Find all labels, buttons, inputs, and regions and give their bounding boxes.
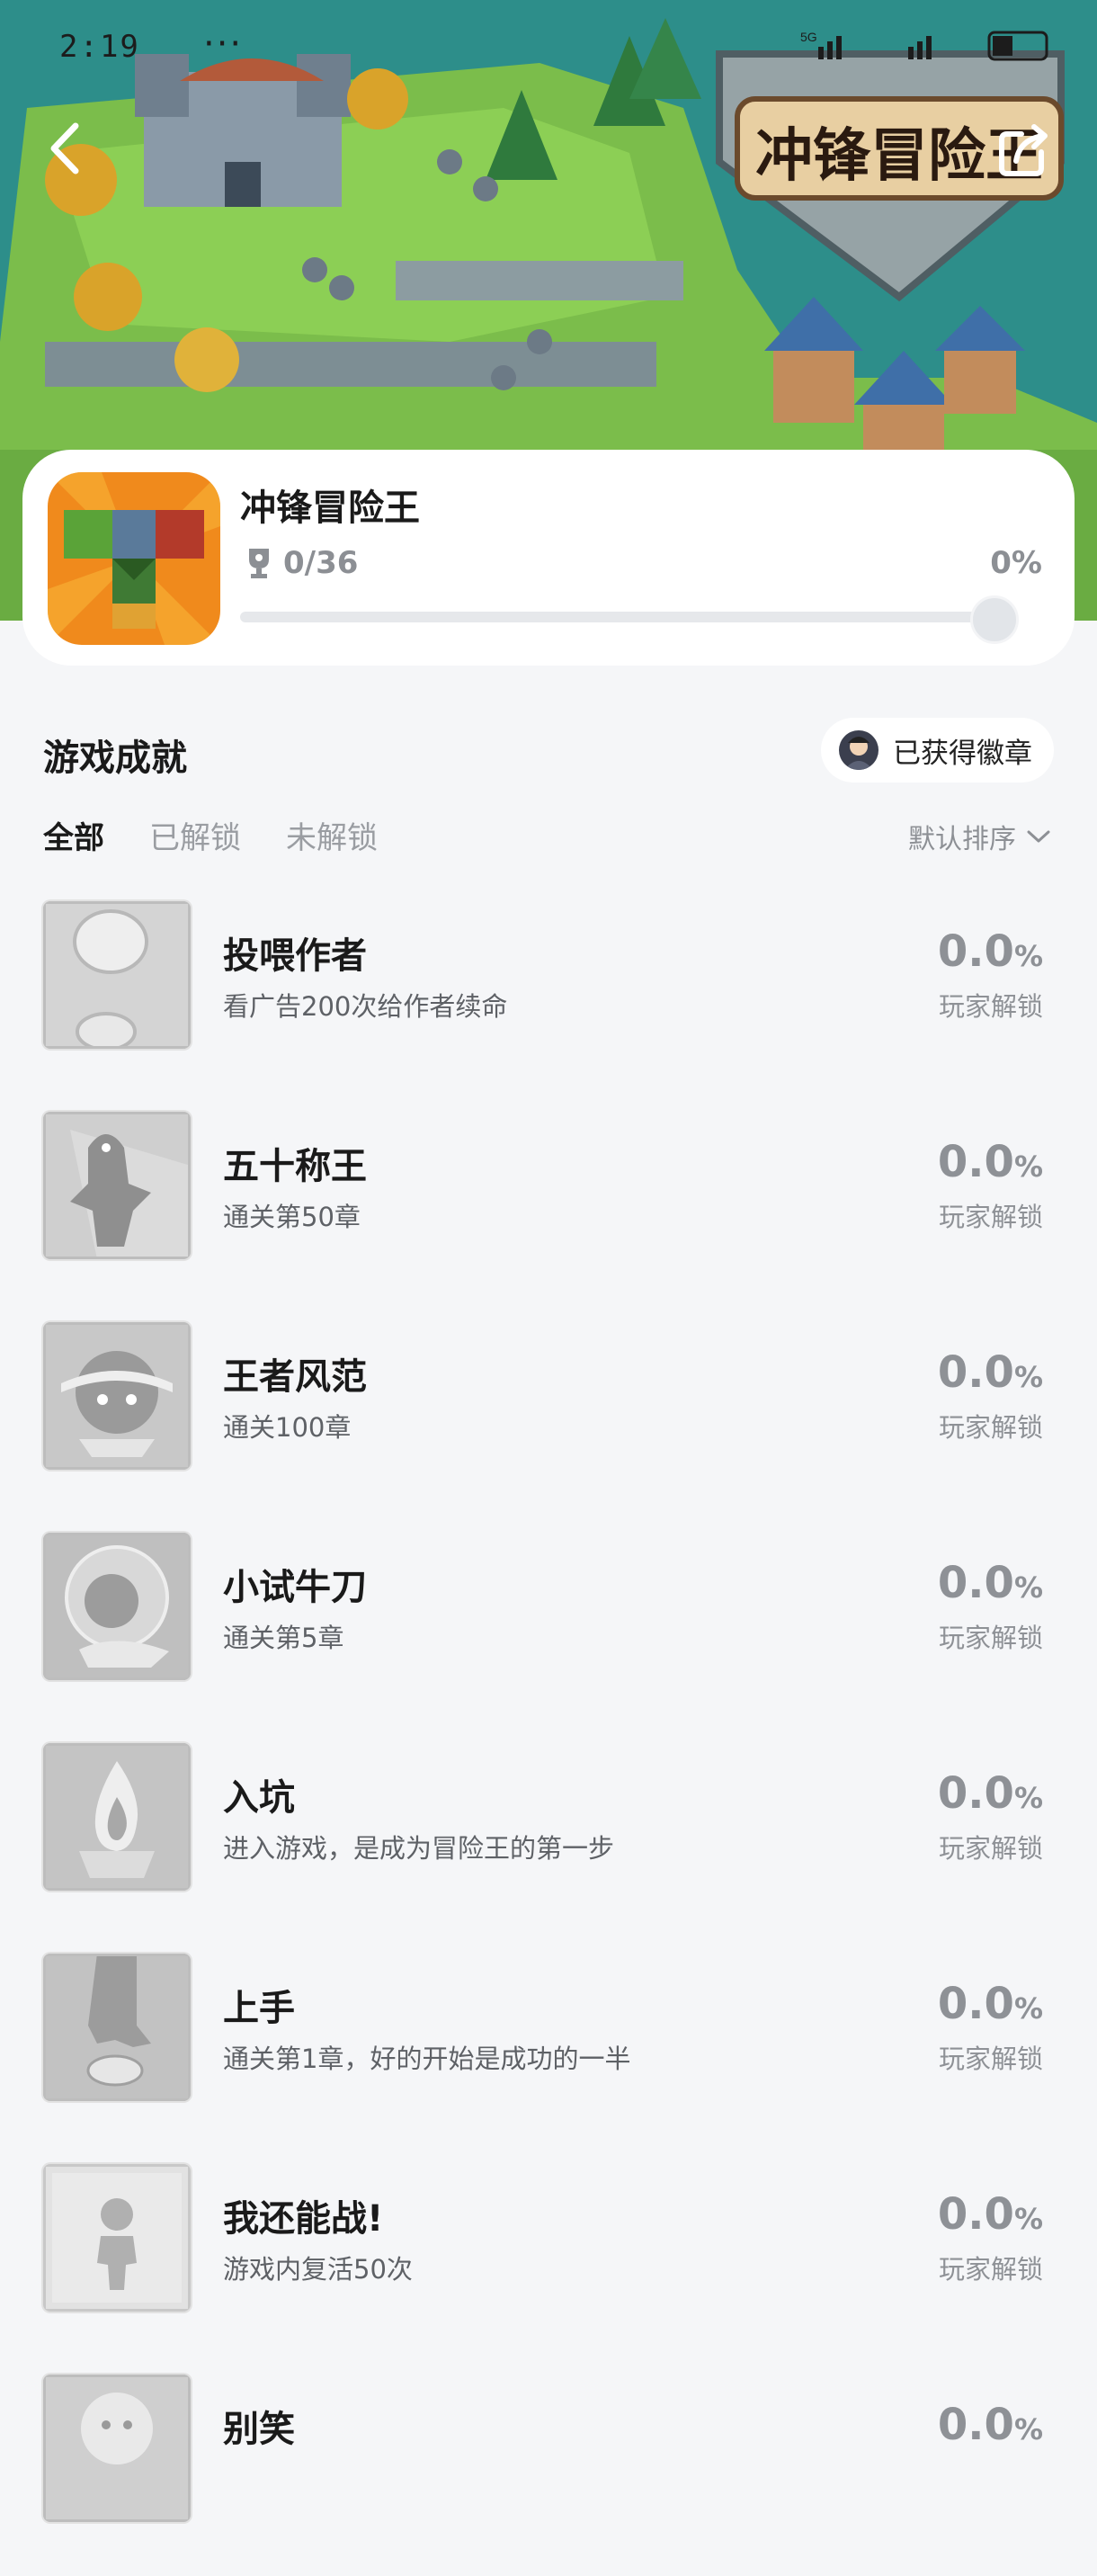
crown-face-icon [43, 1322, 191, 1470]
achievement-row[interactable]: 小试牛刀 通关第5章 0.0% 玩家解锁 [0, 1524, 1097, 1734]
achievement-unlock-label: 玩家解锁 [938, 991, 1043, 1022]
filter-tabs: 全部 已解锁 未解锁 [43, 813, 378, 857]
achievement-rate: 0.0% [937, 926, 1043, 977]
achievement-desc: 进入游戏，是成为冒险王的第一步 [223, 1833, 615, 1864]
flame-icon [43, 1743, 191, 1891]
figure-icon [43, 2164, 191, 2312]
game-app-icon [48, 472, 220, 645]
achievement-unlock-label: 玩家解锁 [938, 1202, 1043, 1232]
achievement-row[interactable]: 我还能战! 游戏内复活50次 0.0% 玩家解锁 [0, 2155, 1097, 2366]
achievement-rate: 0.0% [937, 1347, 1043, 1398]
earned-badges-button[interactable]: 已获得徽章 [821, 718, 1054, 783]
completion-percent: 0% [990, 545, 1042, 581]
trophy-progress: 0/36 [247, 543, 358, 583]
status-time: 2:19 [59, 29, 140, 65]
sort-dropdown[interactable]: 默认排序 [908, 817, 1050, 856]
achievement-rate: 0.0% [937, 1137, 1043, 1187]
tab-locked[interactable]: 未解锁 [286, 813, 378, 857]
achievement-rate: 0.0% [937, 2400, 1043, 2450]
trophy-count: 0/36 [283, 545, 359, 581]
achievement-desc: 游戏内复活50次 [223, 2254, 413, 2285]
achievement-name: 我还能战! [223, 2198, 384, 2240]
achievement-row[interactable]: 上手 通关第1章，好的开始是成功的一半 0.0% 玩家解锁 [0, 1945, 1097, 2155]
achievement-desc: 通关第50章 [223, 1202, 361, 1232]
achievement-desc: 通关100章 [223, 1412, 352, 1443]
bubble-head-icon [43, 1533, 191, 1680]
network-label: 5G [800, 30, 817, 44]
status-bar: 2:19 ··· 5G [0, 0, 1097, 99]
back-icon[interactable] [40, 117, 94, 180]
badge-avatar-icon [839, 730, 878, 770]
achievement-unlock-label: 玩家解锁 [938, 1412, 1043, 1443]
achievement-row[interactable]: 别笑 0.0% [0, 2366, 1097, 2576]
achievement-row[interactable]: 入坑 进入游戏，是成为冒险王的第一步 0.0% 玩家解锁 [0, 1734, 1097, 1945]
achievement-list: 投喂作者 看广告200次给作者续命 0.0% 玩家解锁 五十称王 通关第50章 … [0, 892, 1097, 2576]
achievement-rate: 0.0% [937, 2189, 1043, 2240]
achievement-rate: 0.0% [937, 1768, 1043, 1819]
game-info-card: 冲锋冒险王 0/36 0% [22, 450, 1075, 666]
achievement-rate: 0.0% [937, 1558, 1043, 1608]
hand-icon [43, 1954, 191, 2101]
achievement-row[interactable]: 投喂作者 看广告200次给作者续命 0.0% 玩家解锁 [0, 892, 1097, 1103]
status-icons: 5G [800, 30, 1048, 61]
smile-icon [43, 2375, 191, 2522]
tab-all[interactable]: 全部 [43, 813, 104, 857]
achievement-row[interactable]: 王者风范 通关100章 0.0% 玩家解锁 [0, 1313, 1097, 1524]
achievement-row[interactable]: 五十称王 通关第50章 0.0% 玩家解锁 [0, 1103, 1097, 1313]
section-title: 游戏成就 [43, 738, 187, 779]
achievement-unlock-label: 玩家解锁 [938, 2254, 1043, 2285]
sort-label: 默认排序 [908, 824, 1016, 855]
game-title: 冲锋冒险王 [240, 487, 420, 529]
earned-badges-label: 已获得徽章 [893, 737, 1032, 770]
trophy-icon [249, 549, 269, 578]
achievement-unlock-label: 玩家解锁 [938, 1833, 1043, 1864]
achievement-name: 入坑 [223, 1777, 295, 1819]
tab-unlocked[interactable]: 已解锁 [149, 813, 241, 857]
achievement-rate: 0.0% [937, 1979, 1043, 2029]
completion-progress-bar [240, 595, 1019, 644]
achievement-name: 上手 [223, 1988, 295, 2029]
share-icon[interactable] [996, 121, 1054, 179]
achievement-name: 小试牛刀 [223, 1567, 367, 1608]
status-dots: ··· [203, 23, 244, 65]
achievement-name: 别笑 [223, 2409, 295, 2450]
achievement-desc: 通关第1章，好的开始是成功的一半 [223, 2044, 631, 2074]
coins-icon [43, 901, 191, 1049]
dino-icon [43, 1112, 191, 1259]
chevron-down-icon [1027, 830, 1050, 843]
achievement-desc: 看广告200次给作者续命 [223, 991, 508, 1022]
progress-knob-icon [970, 595, 1019, 644]
achievement-unlock-label: 玩家解锁 [938, 2044, 1043, 2074]
achievement-name: 五十称王 [223, 1146, 367, 1187]
achievement-unlock-label: 玩家解锁 [938, 1623, 1043, 1653]
achievement-name: 王者风范 [223, 1356, 367, 1398]
achievement-name: 投喂作者 [223, 935, 367, 977]
achievement-desc: 通关第5章 [223, 1623, 344, 1653]
